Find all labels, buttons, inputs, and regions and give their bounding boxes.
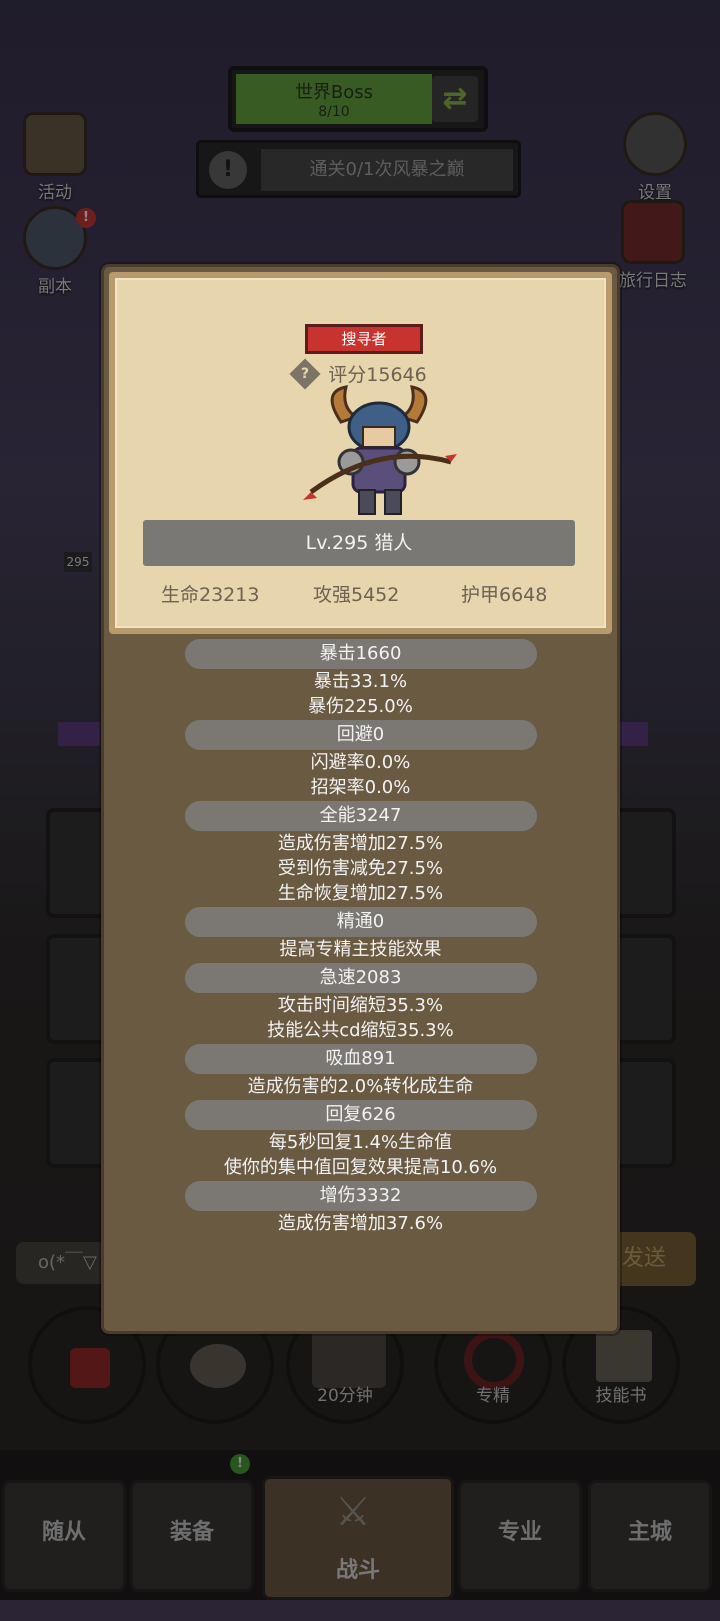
stat-group: 急速2083 攻击时间缩短35.3% 技能公共cd缩短35.3% [104, 963, 617, 1043]
stat-description: 闪避率0.0% [310, 752, 411, 773]
stat-description: 暴伤225.0% [308, 696, 413, 717]
stat-group-title: 急速2083 [184, 963, 537, 993]
stat-description: 造成伤害增加37.6% [277, 1213, 444, 1234]
stat-group: 增伤3332 造成伤害增加37.6% [104, 1181, 617, 1236]
stat-group: 精通0 提高专精主技能效果 [104, 907, 617, 962]
stat-group-title: 吸血891 [184, 1044, 537, 1074]
hero-stats-modal: 搜寻者 ? 评分15646 Lv.295 猎人 生命23213 攻强5452 护甲… [101, 264, 620, 1334]
stat-description: 攻击时间缩短35.3% [277, 995, 444, 1016]
class-tag: 搜寻者 [305, 324, 423, 354]
stat-group-title: 暴击1660 [184, 639, 537, 669]
stat-group: 回避0 闪避率0.0% 招架率0.0% [104, 720, 617, 800]
stat-description: 生命恢复增加27.5% [277, 883, 444, 904]
stat-group: 回复626 每5秒回复1.4%生命值使你的集中值回复效果提高10.6% [104, 1100, 617, 1180]
hp-stat: 生命23213 [161, 584, 260, 606]
stat-description: 提高专精主技能效果 [279, 939, 442, 960]
hero-card: 搜寻者 ? 评分15646 Lv.295 猎人 生命23213 攻强5452 护甲… [109, 272, 612, 634]
stats-list: 暴击1660 暴击33.1% 暴伤225.0% 回避0 闪避率0.0% 招架率0.0% 全能… [104, 639, 617, 1237]
stat-group: 全能3247 造成伤害增加27.5% 受到伤害减免27.5% 生命恢复增加27.5% [104, 801, 617, 906]
stat-group: 吸血891 造成伤害的2.0%转化成生命 [104, 1044, 617, 1099]
attack-stat: 攻强5452 [313, 584, 400, 606]
stat-description: 受到伤害减免27.5% [277, 858, 444, 879]
stat-description: 使你的集中值回复效果提高10.6% [223, 1157, 498, 1178]
stat-description: 暴击33.1% [313, 671, 408, 692]
stat-description: 技能公共cd缩短35.3% [267, 1020, 454, 1041]
stat-description: 每5秒回复1.4%生命值 [268, 1132, 453, 1153]
hero-portrait [303, 385, 457, 515]
stat-group-title: 全能3247 [184, 801, 537, 831]
stat-group: 暴击1660 暴击33.1% 暴伤225.0% [104, 639, 617, 719]
base-stats: 生命23213 攻强5452 护甲6648 [115, 580, 606, 610]
stat-description: 造成伤害的2.0%转化成生命 [247, 1076, 474, 1097]
stat-group-title: 回复626 [184, 1100, 537, 1130]
stat-description: 招架率0.0% [310, 777, 411, 798]
stat-group-title: 精通0 [184, 907, 537, 937]
stat-group-title: 回避0 [184, 720, 537, 750]
stat-group-title: 增伤3332 [184, 1181, 537, 1211]
armor-stat: 护甲6648 [461, 584, 548, 606]
stat-description: 造成伤害增加27.5% [277, 833, 444, 854]
level-bar: Lv.295 猎人 [143, 520, 575, 566]
